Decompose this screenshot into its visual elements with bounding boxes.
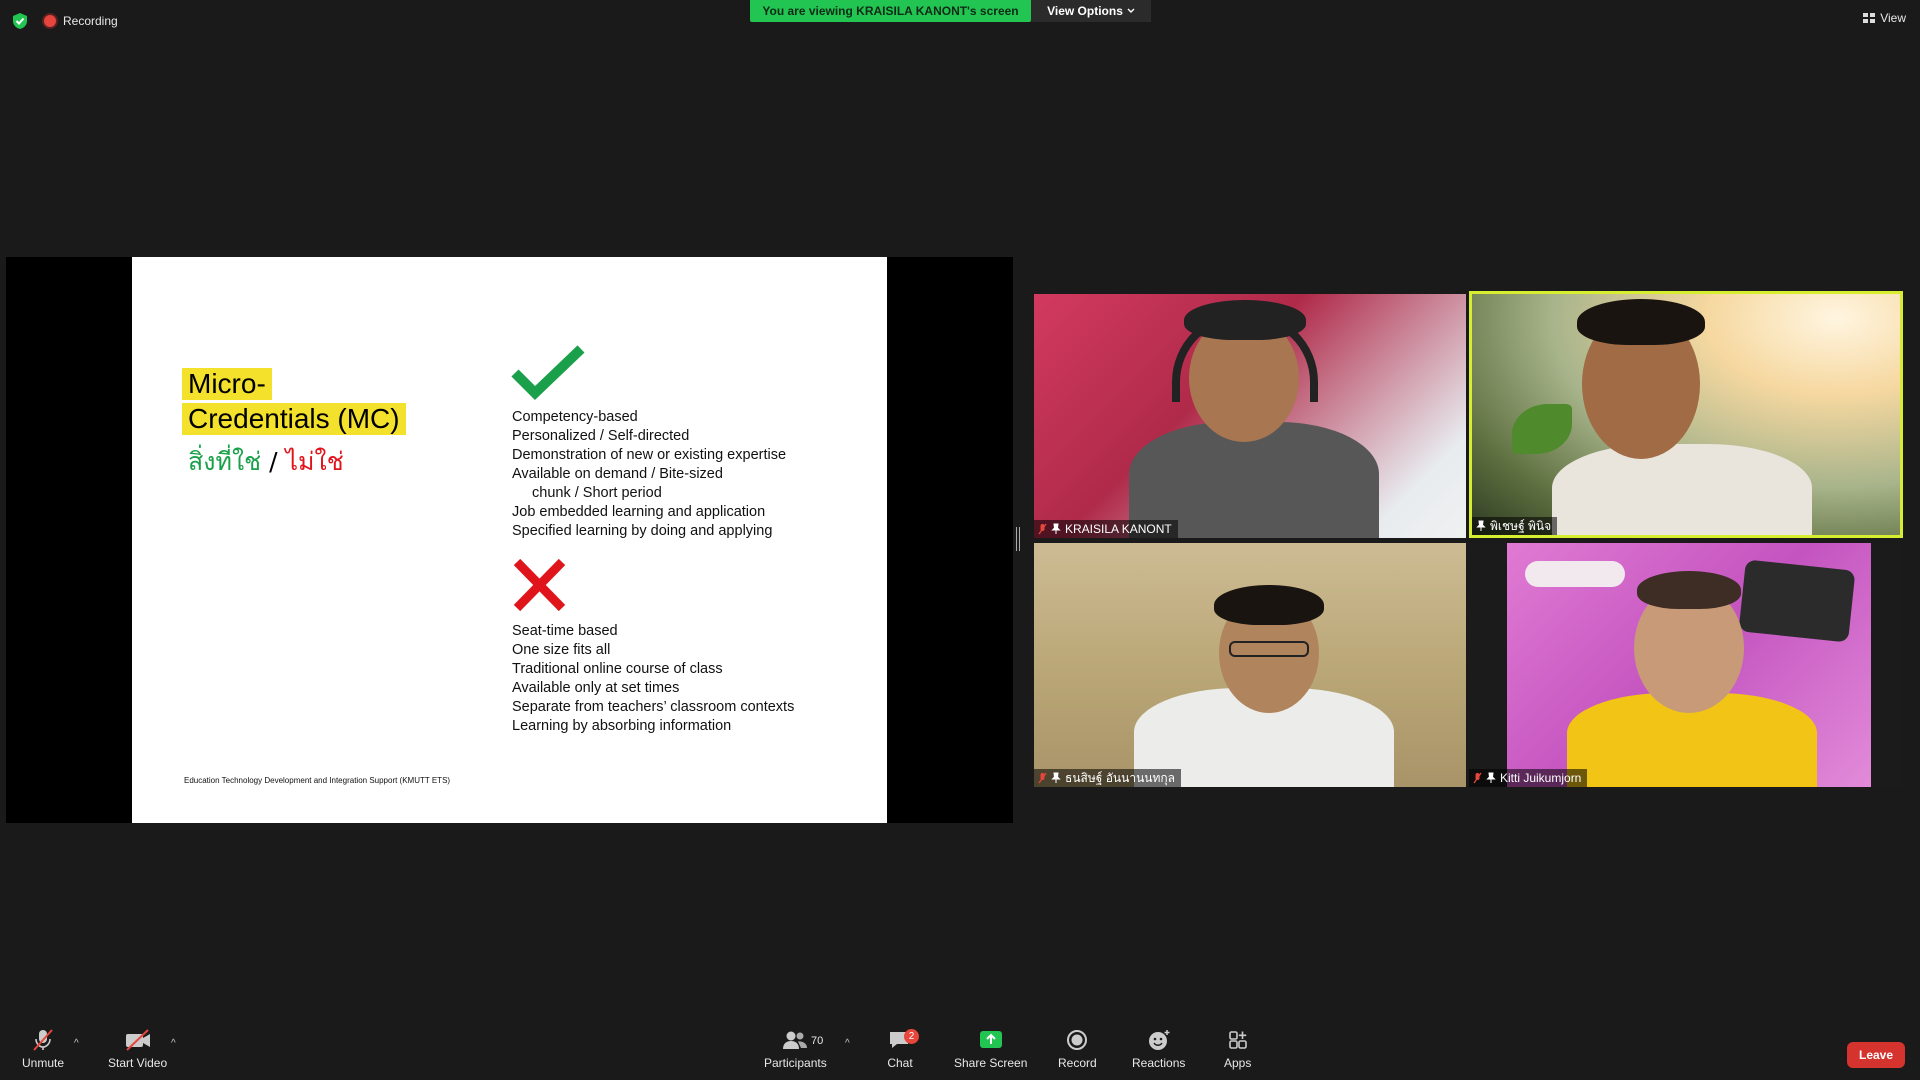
grid-view-icon: [1863, 13, 1876, 23]
is-list: Competency-based Personalized / Self-dir…: [512, 408, 786, 541]
participants-label: Participants: [764, 1056, 827, 1070]
view-options-label: View Options: [1047, 4, 1123, 18]
apps-button[interactable]: Apps: [1224, 1028, 1251, 1070]
chalkboard-graphic: [1738, 559, 1856, 643]
mic-muted-icon: [1038, 523, 1047, 535]
is-not-list-item: Traditional online course of class: [512, 661, 723, 677]
virtual-background: [1507, 543, 1871, 787]
leave-button[interactable]: Leave: [1847, 1042, 1905, 1068]
reactions-icon: [1148, 1030, 1170, 1050]
chat-unread-badge: 2: [904, 1029, 919, 1044]
thai-separator: /: [269, 447, 278, 476]
unmute-label: Unmute: [22, 1056, 65, 1070]
video-tile[interactable]: KRAISILA KANONT: [1034, 294, 1466, 538]
presentation-slide: Micro- Credentials (MC) สิ่งที่ใช่ / ไม่…: [132, 257, 887, 823]
participant-name: ธนสิษฐ์ อันนานนทกุล: [1065, 770, 1176, 785]
slide-thai-subtitle: สิ่งที่ใช่ / ไม่ใช่: [188, 447, 344, 477]
recording-label: Recording: [63, 14, 118, 28]
thai-is-label: สิ่งที่ใช่: [188, 447, 262, 476]
unmute-button[interactable]: Unmute: [22, 1028, 64, 1070]
record-label: Record: [1058, 1056, 1097, 1070]
is-not-list-item: Seat-time based: [512, 623, 618, 639]
split-resize-handle[interactable]: [1016, 527, 1020, 551]
pin-icon: [1486, 772, 1496, 783]
video-tile[interactable]: Kitti Juikumjorn: [1469, 543, 1901, 787]
video-options-caret[interactable]: ^: [171, 1038, 176, 1049]
participants-options-caret[interactable]: ^: [845, 1038, 850, 1049]
participant-name-tag: Kitti Juikumjorn: [1469, 769, 1588, 787]
is-not-list-item: Separate from teachers’ classroom contex…: [512, 699, 795, 715]
is-not-list-item: Learning by absorbing information: [512, 718, 732, 734]
share-screen-button[interactable]: Share Screen: [954, 1028, 1027, 1070]
cross-icon: [513, 558, 566, 612]
participant-name-tag: ธนสิษฐ์ อันนานนทกุล: [1034, 769, 1182, 787]
participant-name: KRAISILA KANONT: [1065, 522, 1172, 536]
apps-icon: [1228, 1031, 1247, 1049]
participant-name-tag: พิเชษฐ์ พินิจ: [1472, 517, 1558, 535]
reactions-label: Reactions: [1132, 1056, 1186, 1070]
pin-icon: [1476, 520, 1486, 531]
leaf-background: [1512, 404, 1572, 454]
security-shield-icon[interactable]: [12, 12, 28, 30]
is-list-item: chunk / Short period: [532, 485, 662, 501]
chat-label: Chat: [887, 1056, 913, 1070]
video-tile-active-speaker[interactable]: พิเชษฐ์ พินิจ: [1469, 291, 1903, 538]
start-video-button[interactable]: Start Video: [108, 1028, 167, 1070]
apps-label: Apps: [1224, 1056, 1252, 1070]
participant-name-tag: KRAISILA KANONT: [1034, 520, 1178, 538]
recording-dot-icon: [44, 15, 56, 27]
participants-count: 70: [811, 1035, 824, 1047]
is-list-item: Specified learning by doing and applying: [512, 523, 773, 539]
participants-icon: [783, 1031, 808, 1049]
is-list-item: Personalized / Self-directed: [512, 428, 690, 444]
is-list-item: Job embedded learning and application: [512, 504, 766, 520]
pin-icon: [1051, 772, 1061, 783]
participant-name: พิเชษฐ์ พินิจ: [1490, 518, 1552, 533]
pin-icon: [1051, 523, 1061, 534]
start-video-label: Start Video: [108, 1056, 168, 1070]
logo-banner: [1525, 561, 1625, 587]
record-button[interactable]: Record: [1058, 1028, 1097, 1070]
participant-video: [1552, 444, 1812, 535]
video-tile[interactable]: ธนสิษฐ์ อันนานนทกุล: [1034, 543, 1466, 787]
slide-title-line2: Credentials (MC): [182, 403, 406, 435]
is-list-item: Available on demand / Bite-sized: [512, 466, 723, 482]
share-screen-label: Share Screen: [954, 1056, 1028, 1070]
view-label: View: [1880, 11, 1906, 25]
is-not-list-item: Available only at set times: [512, 680, 680, 696]
is-list-item: Competency-based: [512, 409, 638, 425]
thai-is-not-label: ไม่ใช่: [285, 447, 344, 476]
slide-footer: Education Technology Development and Int…: [184, 776, 451, 785]
audio-options-caret[interactable]: ^: [74, 1038, 79, 1049]
mic-muted-icon: [1038, 772, 1047, 784]
mic-muted-icon: [33, 1029, 53, 1051]
recording-indicator[interactable]: Recording: [44, 12, 118, 30]
mic-muted-icon: [1473, 772, 1482, 784]
chevron-down-icon: [1127, 8, 1135, 13]
is-list-item: Demonstration of new or existing experti…: [512, 447, 787, 463]
video-off-icon: [125, 1029, 150, 1051]
is-not-list-item: One size fits all: [512, 642, 611, 658]
record-icon: [1067, 1030, 1088, 1050]
view-layout-button[interactable]: View: [1863, 11, 1906, 25]
reactions-button[interactable]: Reactions: [1132, 1028, 1185, 1070]
glasses-icon: [1229, 641, 1309, 657]
viewing-screen-banner: You are viewing KRAISILA KANONT's screen: [750, 0, 1031, 22]
checkmark-icon: [511, 345, 585, 400]
share-screen-icon: [979, 1031, 1002, 1048]
is-not-list: Seat-time based One size fits all Tradit…: [512, 622, 794, 736]
participant-name: Kitti Juikumjorn: [1500, 771, 1582, 785]
slide-title-line1: Micro-: [182, 368, 272, 400]
view-options-button[interactable]: View Options: [1031, 0, 1151, 22]
